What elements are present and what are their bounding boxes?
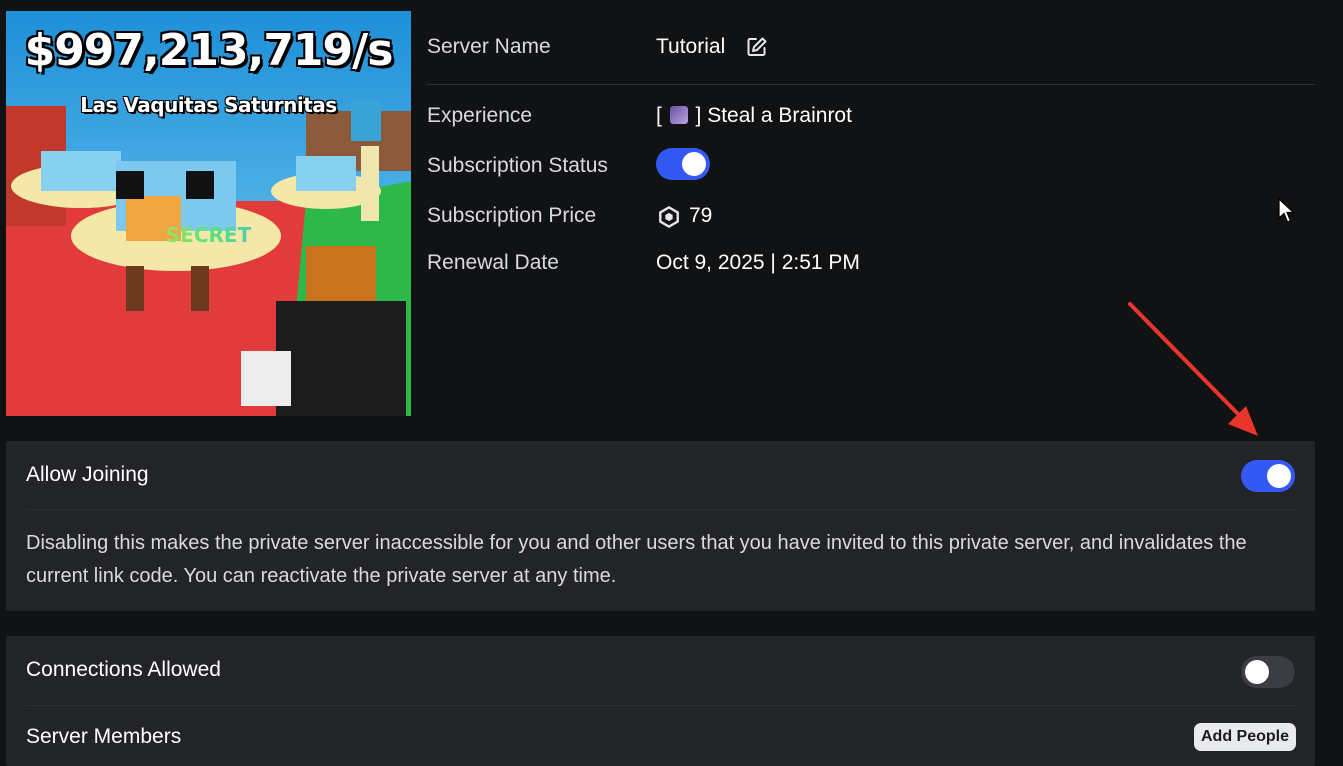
server-name-value: Tutorial: [656, 35, 726, 58]
allow-joining-description: Disabling this makes the private server …: [26, 532, 1247, 587]
subscription-price-value: 79: [689, 204, 713, 227]
edit-icon[interactable]: [745, 35, 769, 59]
connections-divider: [26, 705, 1296, 706]
toggle-knob: [682, 152, 706, 176]
thumbnail-subtitle: Las Vaquitas Saturnitas: [80, 93, 337, 117]
renewal-date-label: Renewal Date: [427, 251, 559, 274]
experience-link[interactable]: [ ] Steal a Brainrot: [656, 103, 852, 129]
experience-name: ] Steal a Brainrot: [695, 104, 852, 127]
connections-panel: Connections Allowed Server Members Add P…: [6, 636, 1315, 766]
allow-joining-title: Allow Joining: [26, 463, 149, 486]
thumbnail-title: $997,213,719/s: [24, 25, 394, 76]
experience-emoji-icon: [669, 106, 688, 124]
mouse-cursor-icon: [1278, 198, 1296, 223]
experience-bracket: [: [656, 104, 662, 127]
connections-allowed-title: Connections Allowed: [26, 658, 221, 681]
renewal-date-value: Oct 9, 2025 | 2:51 PM: [656, 251, 860, 274]
allow-joining-toggle[interactable]: [1241, 460, 1295, 492]
subscription-status-label: Subscription Status: [427, 154, 608, 177]
subscription-price-label: Subscription Price: [427, 204, 597, 227]
thumbnail-tag: SECRET: [6, 223, 411, 247]
connections-allowed-toggle[interactable]: [1241, 656, 1295, 688]
robux-icon: [659, 206, 679, 228]
server-name-label: Server Name: [427, 35, 551, 58]
subscription-status-toggle[interactable]: [656, 148, 710, 180]
experience-label: Experience: [427, 104, 533, 127]
server-members-title: Server Members: [26, 725, 182, 748]
server-name-divider: [427, 84, 1315, 85]
toggle-knob: [1267, 464, 1291, 488]
add-people-button[interactable]: Add People: [1193, 723, 1296, 751]
allow-joining-panel: Allow Joining Disabling this makes the p…: [6, 441, 1315, 611]
annotation-arrow: [1128, 302, 1258, 436]
toggle-knob: [1245, 660, 1269, 684]
allow-joining-divider: [26, 509, 1296, 510]
experience-thumbnail: $997,213,719/s Las Vaquitas Saturnitas S…: [6, 11, 411, 416]
